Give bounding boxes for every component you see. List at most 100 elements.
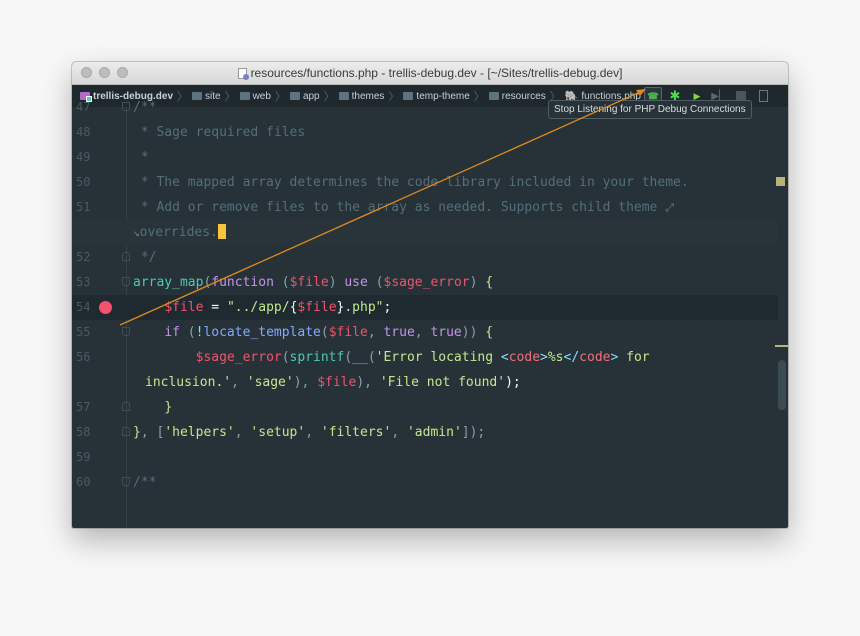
- line-number[interactable]: 53: [76, 270, 96, 295]
- code-token: true: [383, 325, 415, 340]
- code-line[interactable]: 52 */: [72, 245, 778, 270]
- code-token: 'sage': [246, 375, 294, 390]
- fold-toggle-icon[interactable]: [122, 102, 130, 111]
- code-line[interactable]: inclusion.', 'sage'), $file), 'File not …: [72, 370, 778, 395]
- code-line[interactable]: 60 /**: [72, 470, 778, 495]
- code-token: =: [203, 300, 227, 315]
- ide-window: resources/functions.php - trellis-debug.…: [72, 62, 788, 528]
- soft-wrap-icon: ⤢: [665, 201, 675, 214]
- line-number[interactable]: 52: [76, 245, 96, 270]
- line-number[interactable]: 50: [76, 170, 96, 195]
- code-token: 'Error locating: [375, 350, 501, 365]
- code-token: overrides.: [139, 225, 218, 240]
- fold-toggle-icon[interactable]: [122, 277, 130, 286]
- code-token: $file: [289, 275, 329, 290]
- code-text: *: [133, 145, 149, 170]
- code-line[interactable]: 53 array_map(function ($file) use ($sage_…: [72, 270, 778, 295]
- code-token: .php": [344, 300, 384, 315]
- code-token: ): [328, 275, 345, 290]
- fold-toggle-icon[interactable]: [122, 327, 130, 336]
- code-token: "../app/: [226, 300, 290, 315]
- line-number[interactable]: 57: [76, 395, 96, 420]
- window-title-text: resources/functions.php - trellis-debug.…: [250, 66, 623, 80]
- line-number[interactable]: 59: [76, 445, 96, 470]
- code-token: }: [133, 425, 141, 440]
- vertical-scrollbar[interactable]: [778, 360, 786, 410]
- line-number[interactable]: 51: [76, 195, 96, 220]
- line-number[interactable]: 48: [76, 120, 96, 145]
- code-token: (: [375, 275, 384, 290]
- line-number[interactable]: 55: [76, 320, 96, 345]
- breakpoint-icon[interactable]: [99, 301, 112, 314]
- code-text: }, ['helpers', 'setup', 'filters', 'admi…: [133, 420, 485, 445]
- code-editor[interactable]: 47/** 48 * Sage required files 49 * 50 * Th…: [72, 100, 788, 528]
- code-token: {: [485, 275, 494, 290]
- code-line[interactable]: 48 * Sage required files: [72, 120, 778, 145]
- code-token: (: [281, 350, 290, 365]
- code-token: 'File not found': [379, 375, 506, 390]
- code-token: *: [133, 150, 149, 165]
- code-token: 'helpers': [164, 425, 235, 440]
- code-token: )): [461, 325, 486, 340]
- fold-toggle-icon[interactable]: [122, 427, 130, 436]
- code-token: , [: [140, 425, 165, 440]
- close-button[interactable]: [81, 67, 92, 78]
- code-token: ;: [383, 300, 392, 315]
- code-token: if: [164, 325, 188, 340]
- code-token: inclusion.': [145, 375, 232, 390]
- code-token: ,: [231, 375, 247, 390]
- line-number[interactable]: 47: [76, 95, 96, 120]
- fold-toggle-icon[interactable]: [122, 252, 130, 261]
- code-token: (: [320, 325, 329, 340]
- code-text: array_map(function ($file) use ($sage_er…: [133, 270, 493, 295]
- code-token: for: [618, 350, 650, 365]
- code-text: inclusion.', 'sage'), $file), 'File not …: [145, 370, 521, 395]
- code-line[interactable]: 55 if (!locate_template($file, true, tru…: [72, 320, 778, 345]
- code-token: ),: [293, 375, 318, 390]
- zoom-button[interactable]: [117, 67, 128, 78]
- line-number[interactable]: 54: [76, 295, 96, 320]
- error-stripe-marker[interactable]: [775, 345, 788, 347]
- line-number[interactable]: 56: [76, 345, 96, 370]
- code-token: 'filters': [320, 425, 392, 440]
- code-token: true: [430, 325, 462, 340]
- fold-toggle-icon[interactable]: [122, 402, 130, 411]
- window-title: resources/functions.php - trellis-debug.…: [237, 66, 623, 80]
- code-token: * Add or remove files to the array as ne…: [133, 200, 666, 215]
- title-bar: resources/functions.php - trellis-debug.…: [72, 62, 788, 85]
- fold-toggle-icon[interactable]: [122, 477, 130, 486]
- code-line[interactable]: 58 }, ['helpers', 'setup', 'filters', 'ad…: [72, 420, 778, 445]
- code-text: ↘overrides.: [133, 220, 226, 245]
- code-token: ,: [367, 325, 384, 340]
- minimize-button[interactable]: [99, 67, 110, 78]
- warning-marker[interactable]: [776, 177, 785, 186]
- code-token: ,: [414, 325, 431, 340]
- code-token: (: [344, 350, 353, 365]
- code-line[interactable]: ↘overrides.: [72, 220, 778, 245]
- line-number[interactable]: 58: [76, 420, 96, 445]
- code-token: ): [469, 275, 486, 290]
- code-token: __: [352, 350, 368, 365]
- code-token: code: [508, 350, 541, 365]
- code-line[interactable]: 50 * The mapped array determines the cod…: [72, 170, 778, 195]
- code-token: * Sage required files: [133, 125, 306, 140]
- code-line[interactable]: 57 }: [72, 395, 778, 420]
- code-line[interactable]: 51 * Add or remove files to the array as…: [72, 195, 778, 220]
- code-line[interactable]: 56 $sage_error(sprintf(__('Error locatin…: [72, 345, 778, 370]
- code-line[interactable]: 54 $file = "../app/{$file}.php";: [72, 295, 778, 320]
- code-text: }: [133, 395, 172, 420]
- code-token: (: [187, 325, 196, 340]
- code-line[interactable]: 59: [72, 445, 778, 470]
- code-token: %s: [547, 350, 564, 365]
- line-number[interactable]: 49: [76, 145, 96, 170]
- code-line[interactable]: 49 *: [72, 145, 778, 170]
- line-number[interactable]: 60: [76, 470, 96, 495]
- code-token: $file: [328, 325, 368, 340]
- code-token: (: [367, 350, 376, 365]
- code-token: ,: [305, 425, 321, 440]
- code-text: * The mapped array determines the code l…: [133, 170, 689, 195]
- code-text: if (!locate_template($file, true, true))…: [133, 320, 493, 345]
- php-file-icon: [237, 67, 249, 80]
